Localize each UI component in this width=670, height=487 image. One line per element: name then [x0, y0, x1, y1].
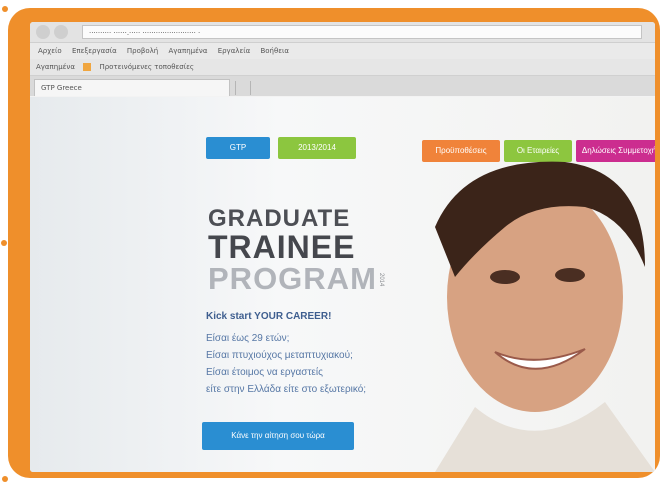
favorites-button[interactable]: Αγαπημένα	[36, 63, 75, 71]
frame-side-dot	[1, 240, 7, 246]
frame-corner-dot	[2, 6, 8, 12]
headline-program: PROGRAM	[208, 261, 377, 296]
address-bar-row: ·········· ······.····· ················…	[30, 22, 655, 43]
apply-now-button[interactable]: Κάνε την αίτηση σου τώρα	[202, 422, 354, 450]
menu-item-file[interactable]: Αρχείο	[38, 47, 62, 55]
favorite-site-icon	[83, 63, 92, 71]
bullet-location: είτε στην Ελλάδα είτε στο εξωτερικό;	[206, 384, 367, 395]
tab-strip: GTP Greece	[30, 76, 655, 96]
frame-corner-dot	[2, 476, 8, 482]
year-label: 2014	[378, 273, 384, 287]
menu-item-favorites[interactable]: Αγαπημένα	[168, 47, 207, 55]
forward-icon[interactable]	[54, 25, 68, 39]
browser-window: ·········· ······.····· ················…	[30, 22, 655, 472]
web-page: GTP 2013/2014 Προϋποθέσεις Οι Εταιρείες …	[30, 97, 655, 472]
smiling-man-image	[435, 161, 655, 472]
tab-active[interactable]: GTP Greece	[34, 79, 230, 96]
new-tab-button[interactable]	[235, 81, 251, 95]
logo-button[interactable]: GTP	[206, 137, 270, 159]
menu-bar: Αρχείο Επεξεργασία Προβολή Αγαπημένα Εργ…	[30, 43, 655, 59]
bullet-age: Είσαι έως 29 ετών;	[206, 333, 290, 344]
favorite-link[interactable]: Προτεινόμενες τοποθεσίες	[99, 63, 194, 71]
menu-item-tools[interactable]: Εργαλεία	[218, 47, 251, 55]
menu-item-edit[interactable]: Επεξεργασία	[72, 47, 117, 55]
favorites-bar: Αγαπημένα Προτεινόμενες τοποθεσίες	[30, 59, 655, 76]
bullet-ready: Είσαι έτοιμος να εργαστείς	[206, 367, 323, 378]
bullet-degree: Είσαι πτυχιούχος μεταπτυχιακού;	[206, 350, 353, 361]
tagline: Kick start YOUR CAREER!	[206, 311, 332, 322]
back-icon[interactable]	[36, 25, 50, 39]
address-bar[interactable]: ·········· ······.····· ················…	[82, 25, 642, 39]
menu-item-view[interactable]: Προβολή	[127, 47, 158, 55]
year-badge[interactable]: 2013/2014	[278, 137, 356, 159]
menu-item-help[interactable]: Βοήθεια	[260, 47, 289, 55]
